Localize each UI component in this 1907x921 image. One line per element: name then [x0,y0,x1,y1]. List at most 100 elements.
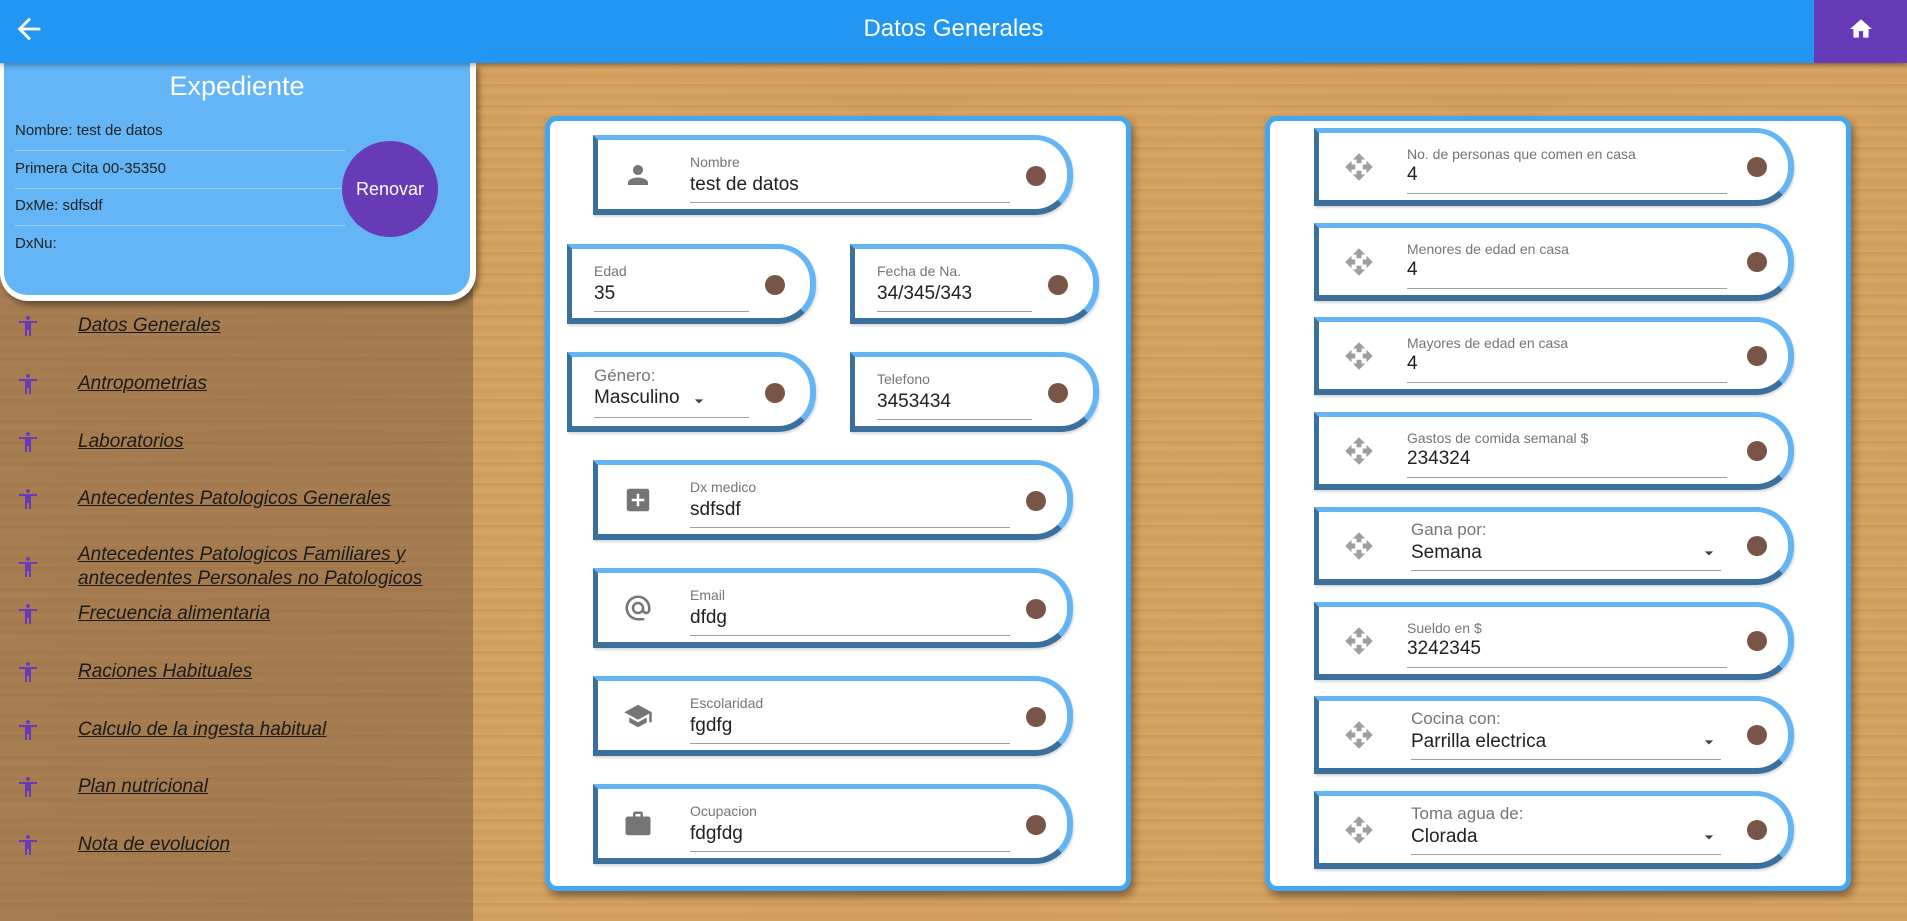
renovar-button[interactable]: Renovar [342,141,438,237]
nombre-label: Nombre [690,154,740,170]
cocina-label: Cocina con: [1411,709,1501,729]
expediente-card: Expediente Nombre: test de datos Primera… [0,63,476,301]
cocina-select[interactable]: Cocina con: Parrilla electrica [1314,696,1794,775]
dx-medico-field[interactable]: Dx medico sdfsdf [593,460,1073,540]
nav-item-label: Datos Generales [78,315,221,336]
accessibility-icon [19,777,37,797]
telefono-value: 3453434 [877,391,951,412]
dx-medico-value: sdfsdf [690,499,741,520]
briefcase-icon [625,811,651,836]
sueldo-value: 3242345 [1407,637,1481,659]
nav-item[interactable]: Datos Generales [0,314,473,338]
nav-item[interactable]: Antropometrias [0,372,473,396]
edad-underline [594,311,749,312]
telefono-field[interactable]: Telefono 3453434 [850,352,1099,432]
dx-medico-underline [690,527,1010,528]
personas-status-dot [1747,157,1767,177]
accessibility-icon [19,604,37,624]
nav-item[interactable]: Frecuencia alimentaria [0,602,473,626]
nav-item[interactable]: Laboratorios [0,430,473,454]
cocina-status-dot [1747,725,1767,746]
nombre-value: test de datos [690,174,799,195]
email-field[interactable]: Email dfdg [593,568,1073,648]
email-underline [690,635,1010,636]
gastos-label: Gastos de comida semanal $ [1407,430,1589,447]
nav-item-label: Raciones Habituales [78,661,253,682]
home-icon [1850,19,1872,38]
nav-item[interactable]: Plan nutricional [0,775,473,799]
accessibility-icon [19,374,37,394]
accessibility-icon [19,720,37,740]
gana-por-label: Gana por: [1411,519,1487,539]
email-value: dfdg [690,607,727,628]
move-arrows-icon [1345,532,1373,560]
app-bar: Datos Generales [0,0,1907,63]
menores-status-dot [1747,251,1767,272]
move-arrows-icon [1345,247,1373,276]
home-button[interactable] [1814,0,1907,63]
nav-item[interactable]: Raciones Habituales [0,660,473,684]
at-icon [625,595,651,621]
nav-item-label: Antecedentes Patologicos Generales [78,488,391,509]
fecha-nacimiento-field[interactable]: Fecha de Na. 34/345/343 [850,244,1099,324]
agua-underline [1411,853,1721,855]
expediente-dxme: DxMe: sdfsdf [15,187,345,226]
expediente-nombre: Nombre: test de datos [15,112,345,151]
expediente-primera-cita: Primera Cita 00-35350 [15,150,345,189]
gastos-value: 234324 [1407,448,1471,470]
gana-por-select[interactable]: Gana por: Semana [1314,506,1794,585]
dropdown-arrow-icon [694,399,704,404]
menores-field[interactable]: Menores de edad en casa 4 [1314,222,1794,301]
accessibility-icon [19,662,37,682]
mayores-field[interactable]: Mayores de edad en casa 4 [1314,317,1794,396]
gana-por-value: Semana [1411,541,1482,563]
gastos-field[interactable]: Gastos de comida semanal $234324 [1314,412,1794,491]
dx-medico-status-dot [1026,491,1046,511]
nav-item-label: Frecuencia alimentaria [78,603,271,624]
nav-item-label: Plan nutricional [78,776,208,797]
agua-label: Toma agua de: [1411,803,1524,823]
mayores-status-dot [1747,346,1767,367]
personas-underline [1407,193,1727,194]
escolaridad-underline [690,743,1010,744]
sueldo-field[interactable]: Sueldo en $3242345 [1314,601,1794,680]
mayores-underline [1407,382,1727,384]
edad-status-dot [765,275,785,295]
nav-item[interactable]: Antecedentes Patologicos Generales [0,487,473,511]
nav-item-label: Antropometrias [78,373,207,394]
personas-value: 4 [1407,164,1418,185]
move-arrows-icon [1345,626,1373,655]
nombre-field[interactable]: Nombre test de datos [593,135,1073,215]
cocina-underline [1411,759,1721,761]
genero-label: Género: [594,366,656,385]
ocupacion-label: Ocupacion [690,803,757,819]
ocupacion-value: fdgfdg [690,823,743,844]
nav-item-label: Calculo de la ingesta habitual [78,719,327,740]
genero-select[interactable]: Género: Masculino [567,352,816,432]
escolaridad-field[interactable]: Escolaridad fgdfg [593,676,1073,756]
gastos-underline [1407,477,1727,479]
accessibility-icon [19,316,37,336]
menores-value: 4 [1407,258,1418,280]
genero-status-dot [765,383,785,403]
gastos-status-dot [1747,441,1767,462]
fecha-value: 34/345/343 [877,283,973,304]
nombre-status-dot [1026,166,1046,186]
email-status-dot [1026,599,1046,619]
sueldo-label: Sueldo en $ [1407,619,1482,636]
fecha-underline [877,311,1032,312]
accessibility-icon [19,835,37,855]
ocupacion-field[interactable]: Ocupacion fdgfdg [593,784,1073,864]
email-label: Email [690,587,726,603]
edad-field[interactable]: Edad 35 [567,244,816,324]
person-icon [628,165,648,185]
nav-item[interactable]: Antecedentes Patologicos Familiares y an… [0,543,473,591]
cocina-value: Parrilla electrica [1411,731,1547,753]
personas-field[interactable]: No. de personas que comen en casa 4 [1314,128,1794,206]
dropdown-arrow-icon [1704,835,1714,840]
nav-item-label: Laboratorios [78,431,184,452]
ocupacion-status-dot [1026,815,1046,835]
agua-select[interactable]: Toma agua de: Clorada [1314,790,1794,869]
nav-item[interactable]: Nota de evolucion [0,833,473,857]
nav-item[interactable]: Calculo de la ingesta habitual [0,718,473,742]
